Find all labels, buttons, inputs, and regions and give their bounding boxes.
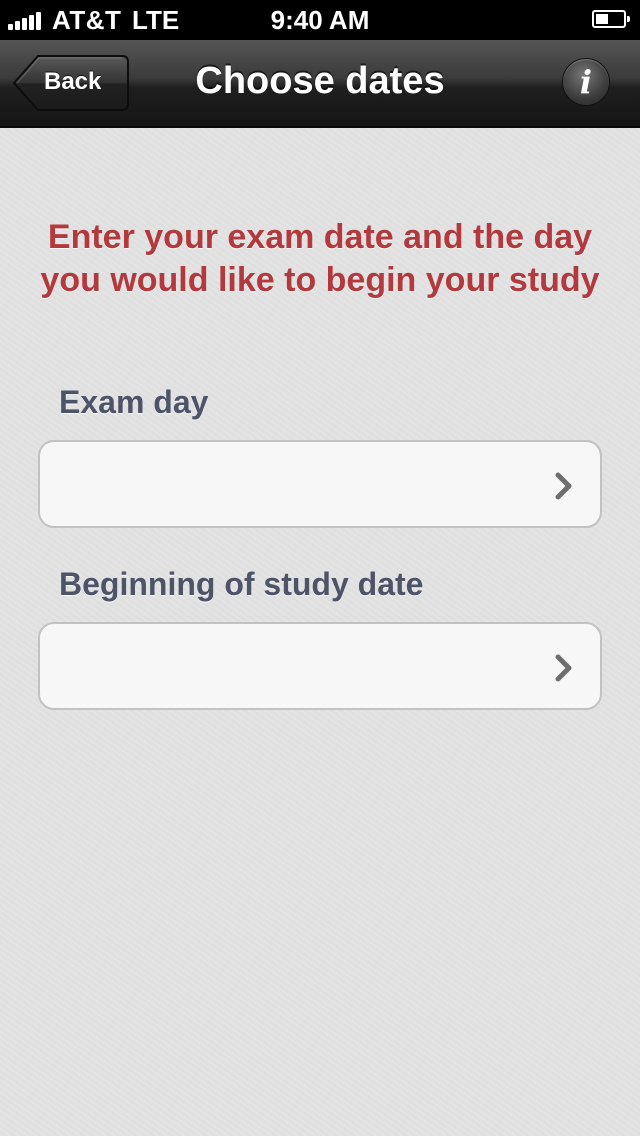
info-icon: i (579, 63, 593, 101)
status-bar: AT&T LTE 9:40 AM (0, 0, 640, 40)
instruction-line-1: Enter your exam date and the day (47, 218, 593, 256)
page-title: Choose dates (195, 60, 445, 102)
exam-day-field[interactable] (38, 440, 602, 528)
choose-dates-screen: AT&T LTE 9:40 AM Back Choose dates i Ent… (0, 0, 640, 1136)
battery-icon (592, 10, 630, 28)
instruction-text: Enter your exam date and the day you wou… (10, 216, 630, 302)
chevron-right-icon (555, 472, 572, 500)
back-button-label: Back (44, 68, 102, 95)
study-start-label: Beginning of study date (59, 566, 424, 602)
info-button[interactable]: i (562, 58, 610, 106)
chevron-right-icon (555, 654, 572, 682)
exam-day-label: Exam day (59, 384, 209, 420)
status-time: 9:40 AM (270, 5, 370, 35)
instruction-line-2: you would like to begin your study (40, 261, 600, 299)
study-start-field[interactable] (38, 622, 602, 710)
back-button[interactable]: Back (12, 54, 130, 112)
navigation-bar: Back Choose dates i (0, 40, 640, 128)
